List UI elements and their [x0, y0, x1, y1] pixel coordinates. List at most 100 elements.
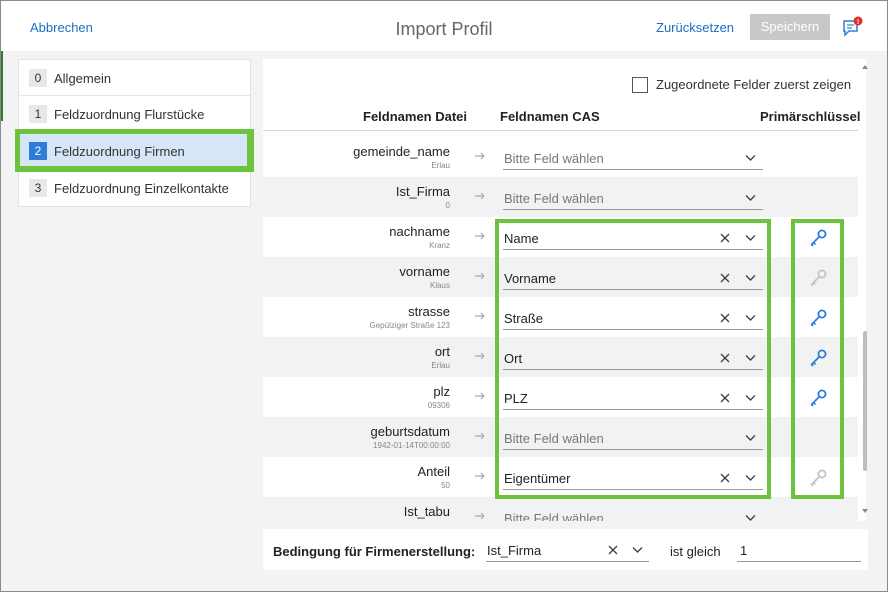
- arrow-right-icon: [475, 272, 485, 280]
- chevron-down-icon[interactable]: [632, 546, 643, 554]
- clear-icon[interactable]: [720, 233, 730, 243]
- notifications-icon[interactable]: !: [841, 16, 863, 38]
- table-row: Anteil 50 Eigentümer: [263, 457, 858, 497]
- steps-sidebar: 0 Allgemein 1 Feldzuordnung Flurstücke 2…: [15, 59, 254, 207]
- arrow-right-icon: [475, 192, 485, 200]
- header-divider: [263, 130, 858, 131]
- sidebar-item-firmen[interactable]: 2 Feldzuordnung Firmen: [15, 129, 254, 172]
- condition-bar: Bedingung für Firmenerstellung: Ist_Firm…: [263, 529, 868, 570]
- sidebar-item-label: Feldzuordnung Flurstücke: [54, 107, 205, 122]
- scroll-down-icon[interactable]: [861, 507, 869, 515]
- step-number: 2: [29, 142, 47, 160]
- cas-field-value: Ort: [504, 351, 523, 366]
- scrollbar-thumb[interactable]: [863, 331, 867, 471]
- arrow-right-icon: [475, 352, 485, 360]
- clear-icon[interactable]: [720, 313, 730, 323]
- condition-value: 1: [740, 543, 748, 558]
- file-field-name: geburtsdatum: [370, 424, 451, 439]
- cas-field-value: Bitte Feld wählen: [504, 511, 604, 521]
- chevron-down-icon[interactable]: [745, 394, 756, 402]
- cas-field-value: PLZ: [504, 391, 528, 406]
- cas-field-select[interactable]: Straße: [503, 308, 763, 330]
- table-row: Ist_tabu Bitte Feld wählen: [263, 497, 858, 521]
- cas-field-value: Bitte Feld wählen: [504, 151, 604, 166]
- arrow-right-icon: [475, 512, 485, 520]
- primary-key-icon[interactable]: [808, 228, 828, 248]
- cas-field-value: Bitte Feld wählen: [504, 191, 604, 206]
- chevron-down-icon[interactable]: [745, 194, 756, 202]
- primary-key-off-icon[interactable]: [808, 468, 828, 488]
- import-profile-dialog: Abbrechen Import Profil Zurücksetzen Spe…: [0, 0, 888, 592]
- column-header-file: Feldnamen Datei: [363, 109, 468, 124]
- chevron-down-icon[interactable]: [745, 234, 756, 242]
- cas-field-value: Name: [504, 231, 539, 246]
- arrow-right-icon: [475, 152, 485, 160]
- sidebar-item-label: Feldzuordnung Einzelkontakte: [54, 181, 229, 196]
- file-field-sample: 50: [441, 481, 450, 490]
- sidebar-item-allgemein[interactable]: 0 Allgemein: [19, 60, 250, 96]
- cas-field-select[interactable]: Bitte Feld wählen: [503, 508, 763, 521]
- reset-button[interactable]: Zurücksetzen: [656, 20, 734, 35]
- file-field-sample: Erlau: [431, 361, 450, 370]
- clear-icon[interactable]: [720, 273, 730, 283]
- clear-icon[interactable]: [720, 473, 730, 483]
- file-field-name: ort: [434, 344, 450, 359]
- scroll-up-icon[interactable]: [861, 63, 869, 71]
- clear-icon[interactable]: [720, 353, 730, 363]
- file-field-name: plz: [433, 384, 450, 399]
- condition-field-value: Ist_Firma: [487, 543, 542, 558]
- step-number: 1: [29, 105, 47, 123]
- notification-badge: !: [857, 19, 859, 26]
- cas-field-select[interactable]: PLZ: [503, 388, 763, 410]
- save-button[interactable]: Speichern: [750, 14, 830, 40]
- table-row: gemeinde_name Erlau Bitte Feld wählen: [263, 137, 858, 177]
- step-number: 3: [29, 179, 47, 197]
- table-row: strasse Gepülziger Straße 123 Straße: [263, 297, 858, 337]
- cas-field-select[interactable]: Bitte Feld wählen: [503, 148, 763, 170]
- sidebar-item-einzelkontakte[interactable]: 3 Feldzuordnung Einzelkontakte: [19, 170, 250, 205]
- cas-field-select[interactable]: Bitte Feld wählen: [503, 428, 763, 450]
- sidebar-item-label: Allgemein: [54, 71, 112, 86]
- condition-value-input[interactable]: 1: [737, 539, 861, 562]
- file-field-name: Ist_Firma: [395, 184, 450, 199]
- sidebar-item-label: Feldzuordnung Firmen: [54, 144, 185, 159]
- table-row: nachname Kranz Name: [263, 217, 858, 257]
- condition-label: Bedingung für Firmenerstellung:: [273, 544, 476, 559]
- clear-icon[interactable]: [608, 545, 618, 555]
- cas-field-select[interactable]: Ort: [503, 348, 763, 370]
- file-field-sample: Erlau: [431, 161, 450, 170]
- primary-key-icon[interactable]: [808, 388, 828, 408]
- cas-field-select[interactable]: Bitte Feld wählen: [503, 188, 763, 210]
- chevron-down-icon[interactable]: [745, 434, 756, 442]
- chevron-down-icon[interactable]: [745, 354, 756, 362]
- table-row: geburtsdatum 1942-01-14T00:00:00 Bitte Fel…: [263, 417, 858, 457]
- clear-icon[interactable]: [720, 393, 730, 403]
- chevron-down-icon[interactable]: [745, 154, 756, 162]
- step-number: 0: [29, 69, 47, 87]
- cas-field-value: Straße: [504, 311, 544, 326]
- primary-key-icon[interactable]: [808, 348, 828, 368]
- cas-field-select[interactable]: Eigentümer: [503, 468, 763, 490]
- file-field-name: Ist_tabu: [403, 504, 450, 519]
- show-assigned-first-checkbox[interactable]: [632, 77, 648, 93]
- table-row: Ist_Firma 0 Bitte Feld wählen: [263, 177, 858, 217]
- file-field-sample: 0: [445, 201, 450, 210]
- chevron-down-icon[interactable]: [745, 314, 756, 322]
- file-field-sample: 1942-01-14T00:00:00: [373, 441, 450, 450]
- primary-key-off-icon[interactable]: [808, 268, 828, 288]
- condition-field-select[interactable]: Ist_Firma: [486, 539, 649, 562]
- condition-operator: ist gleich: [670, 544, 721, 559]
- file-field-sample: Gepülziger Straße 123: [369, 321, 451, 330]
- primary-key-icon[interactable]: [808, 308, 828, 328]
- file-field-name: Anteil: [417, 464, 450, 479]
- chevron-down-icon[interactable]: [745, 474, 756, 482]
- file-field-name: gemeinde_name: [353, 144, 450, 159]
- chevron-down-icon[interactable]: [745, 514, 756, 521]
- sidebar-item-flurstuecke[interactable]: 1 Feldzuordnung Flurstücke: [19, 96, 250, 132]
- arrow-right-icon: [475, 312, 485, 320]
- cas-field-select[interactable]: Vorname: [503, 268, 763, 290]
- cas-field-select[interactable]: Name: [503, 228, 763, 250]
- arrow-right-icon: [475, 472, 485, 480]
- chevron-down-icon[interactable]: [745, 274, 756, 282]
- cas-field-value: Vorname: [504, 271, 557, 286]
